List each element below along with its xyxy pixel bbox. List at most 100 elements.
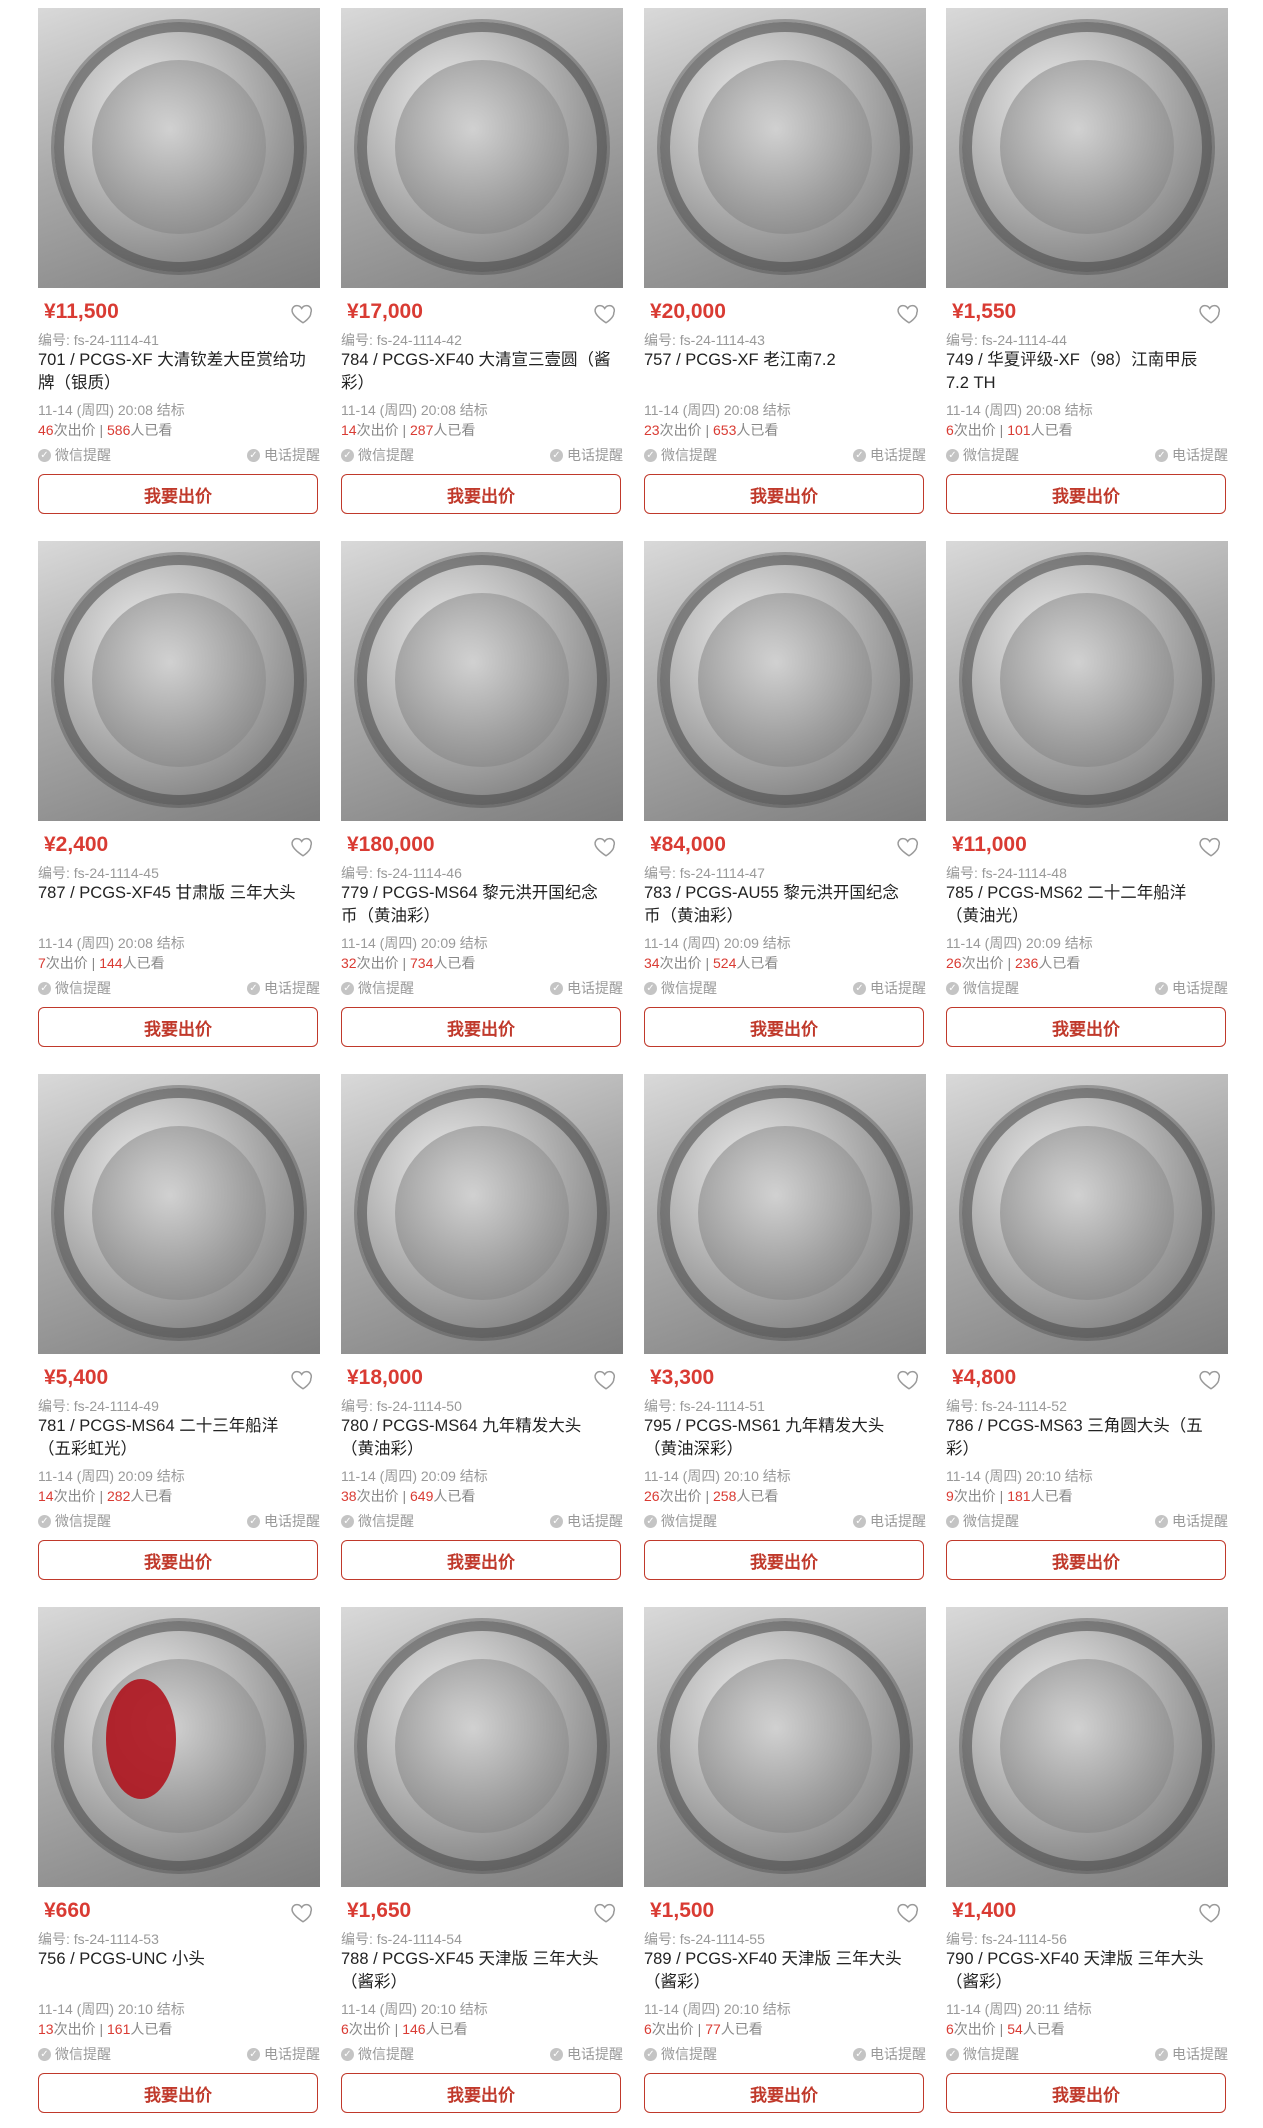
heart-outline-icon[interactable] (593, 300, 619, 326)
bid-button[interactable]: 我要出价 (38, 474, 318, 514)
wechat-remind[interactable]: ✓ 微信提醒 (946, 978, 1019, 998)
bid-button[interactable]: 我要出价 (644, 1540, 924, 1580)
heart-outline-icon[interactable] (593, 1366, 619, 1392)
heart-outline-icon[interactable] (896, 1366, 922, 1392)
heart-outline-icon[interactable] (1198, 833, 1224, 859)
phone-remind[interactable]: ✓ 电话提醒 (247, 445, 320, 465)
coin-photo[interactable] (341, 8, 623, 288)
item-title[interactable]: 749 / 华夏评级-XF（98）江南甲辰7.2 TH (946, 349, 1216, 395)
phone-remind[interactable]: ✓ 电话提醒 (853, 445, 926, 465)
bid-button[interactable]: 我要出价 (38, 1007, 318, 1047)
item-title[interactable]: 786 / PCGS-MS63 三角圆大头（五彩） (946, 1415, 1216, 1461)
heart-outline-icon[interactable] (593, 1899, 619, 1925)
auction-card[interactable]: ¥18,000 编号: fs-24-1114-50 780 / PCGS-MS6… (341, 1066, 623, 1584)
phone-remind[interactable]: ✓ 电话提醒 (247, 978, 320, 998)
coin-photo[interactable] (644, 541, 926, 821)
coin-photo[interactable] (946, 1074, 1228, 1354)
auction-card[interactable]: ¥20,000 编号: fs-24-1114-43 757 / PCGS-XF … (644, 0, 926, 518)
coin-photo[interactable] (38, 1607, 320, 1887)
auction-card[interactable]: ¥1,550 编号: fs-24-1114-44 749 / 华夏评级-XF（9… (946, 0, 1228, 518)
bid-button[interactable]: 我要出价 (946, 1540, 1226, 1580)
bid-button[interactable]: 我要出价 (341, 1007, 621, 1047)
auction-card[interactable]: ¥5,400 编号: fs-24-1114-49 781 / PCGS-MS64… (38, 1066, 320, 1584)
item-title[interactable]: 701 / PCGS-XF 大清钦差大臣赏给功牌（银质） (38, 349, 308, 395)
item-title[interactable]: 795 / PCGS-MS61 九年精发大头（黄油深彩） (644, 1415, 914, 1461)
heart-outline-icon[interactable] (896, 833, 922, 859)
phone-remind[interactable]: ✓ 电话提醒 (1155, 445, 1228, 465)
auction-card[interactable]: ¥180,000 编号: fs-24-1114-46 779 / PCGS-MS… (341, 533, 623, 1051)
bid-button[interactable]: 我要出价 (341, 2073, 621, 2113)
phone-remind[interactable]: ✓ 电话提醒 (247, 1511, 320, 1531)
wechat-remind[interactable]: ✓ 微信提醒 (341, 445, 414, 465)
phone-remind[interactable]: ✓ 电话提醒 (550, 1511, 623, 1531)
phone-remind[interactable]: ✓ 电话提醒 (853, 1511, 926, 1531)
wechat-remind[interactable]: ✓ 微信提醒 (341, 1511, 414, 1531)
wechat-remind[interactable]: ✓ 微信提醒 (946, 2044, 1019, 2064)
item-title[interactable]: 790 / PCGS-XF40 天津版 三年大头（酱彩） (946, 1948, 1216, 1994)
wechat-remind[interactable]: ✓ 微信提醒 (644, 1511, 717, 1531)
coin-photo[interactable] (644, 1074, 926, 1354)
heart-outline-icon[interactable] (896, 300, 922, 326)
coin-photo[interactable] (341, 1074, 623, 1354)
bid-button[interactable]: 我要出价 (38, 2073, 318, 2113)
phone-remind[interactable]: ✓ 电话提醒 (1155, 1511, 1228, 1531)
coin-photo[interactable] (341, 541, 623, 821)
auction-card[interactable]: ¥1,400 编号: fs-24-1114-56 790 / PCGS-XF40… (946, 1599, 1228, 2117)
phone-remind[interactable]: ✓ 电话提醒 (247, 2044, 320, 2064)
phone-remind[interactable]: ✓ 电话提醒 (1155, 978, 1228, 998)
auction-card[interactable]: ¥17,000 编号: fs-24-1114-42 784 / PCGS-XF4… (341, 0, 623, 518)
phone-remind[interactable]: ✓ 电话提醒 (550, 978, 623, 998)
item-title[interactable]: 781 / PCGS-MS64 二十三年船洋（五彩虹光） (38, 1415, 308, 1461)
coin-photo[interactable] (38, 1074, 320, 1354)
item-title[interactable]: 789 / PCGS-XF40 天津版 三年大头（酱彩） (644, 1948, 914, 1994)
item-title[interactable]: 757 / PCGS-XF 老江南7.2 (644, 349, 914, 395)
coin-photo[interactable] (341, 1607, 623, 1887)
bid-button[interactable]: 我要出价 (341, 1540, 621, 1580)
auction-card[interactable]: ¥660 编号: fs-24-1114-53 756 / PCGS-UNC 小头… (38, 1599, 320, 2117)
item-title[interactable]: 788 / PCGS-XF45 天津版 三年大头（酱彩） (341, 1948, 611, 1994)
wechat-remind[interactable]: ✓ 微信提醒 (38, 445, 111, 465)
coin-photo[interactable] (644, 8, 926, 288)
item-title[interactable]: 756 / PCGS-UNC 小头 (38, 1948, 308, 1994)
phone-remind[interactable]: ✓ 电话提醒 (550, 2044, 623, 2064)
item-title[interactable]: 785 / PCGS-MS62 二十二年船洋（黄油光） (946, 882, 1216, 928)
auction-card[interactable]: ¥4,800 编号: fs-24-1114-52 786 / PCGS-MS63… (946, 1066, 1228, 1584)
heart-outline-icon[interactable] (1198, 1899, 1224, 1925)
heart-outline-icon[interactable] (1198, 300, 1224, 326)
bid-button[interactable]: 我要出价 (644, 2073, 924, 2113)
wechat-remind[interactable]: ✓ 微信提醒 (38, 2044, 111, 2064)
item-title[interactable]: 780 / PCGS-MS64 九年精发大头（黄油彩） (341, 1415, 611, 1461)
item-title[interactable]: 783 / PCGS-AU55 黎元洪开国纪念币（黄油彩） (644, 882, 914, 928)
heart-outline-icon[interactable] (290, 300, 316, 326)
auction-card[interactable]: ¥2,400 编号: fs-24-1114-45 787 / PCGS-XF45… (38, 533, 320, 1051)
phone-remind[interactable]: ✓ 电话提醒 (853, 2044, 926, 2064)
heart-outline-icon[interactable] (593, 833, 619, 859)
wechat-remind[interactable]: ✓ 微信提醒 (644, 978, 717, 998)
coin-photo[interactable] (644, 1607, 926, 1887)
phone-remind[interactable]: ✓ 电话提醒 (853, 978, 926, 998)
bid-button[interactable]: 我要出价 (946, 2073, 1226, 2113)
item-title[interactable]: 787 / PCGS-XF45 甘肃版 三年大头 (38, 882, 308, 928)
bid-button[interactable]: 我要出价 (946, 1007, 1226, 1047)
heart-outline-icon[interactable] (290, 1366, 316, 1392)
bid-button[interactable]: 我要出价 (644, 1007, 924, 1047)
auction-card[interactable]: ¥1,650 编号: fs-24-1114-54 788 / PCGS-XF45… (341, 1599, 623, 2117)
auction-card[interactable]: ¥11,500 编号: fs-24-1114-41 701 / PCGS-XF … (38, 0, 320, 518)
item-title[interactable]: 779 / PCGS-MS64 黎元洪开国纪念币（黄油彩） (341, 882, 611, 928)
wechat-remind[interactable]: ✓ 微信提醒 (341, 978, 414, 998)
bid-button[interactable]: 我要出价 (341, 474, 621, 514)
bid-button[interactable]: 我要出价 (946, 474, 1226, 514)
coin-photo[interactable] (38, 541, 320, 821)
bid-button[interactable]: 我要出价 (644, 474, 924, 514)
heart-outline-icon[interactable] (896, 1899, 922, 1925)
coin-photo[interactable] (946, 8, 1228, 288)
wechat-remind[interactable]: ✓ 微信提醒 (946, 1511, 1019, 1531)
wechat-remind[interactable]: ✓ 微信提醒 (644, 445, 717, 465)
heart-outline-icon[interactable] (290, 1899, 316, 1925)
wechat-remind[interactable]: ✓ 微信提醒 (644, 2044, 717, 2064)
auction-card[interactable]: ¥3,300 编号: fs-24-1114-51 795 / PCGS-MS61… (644, 1066, 926, 1584)
wechat-remind[interactable]: ✓ 微信提醒 (38, 978, 111, 998)
wechat-remind[interactable]: ✓ 微信提醒 (946, 445, 1019, 465)
coin-photo[interactable] (946, 541, 1228, 821)
phone-remind[interactable]: ✓ 电话提醒 (550, 445, 623, 465)
